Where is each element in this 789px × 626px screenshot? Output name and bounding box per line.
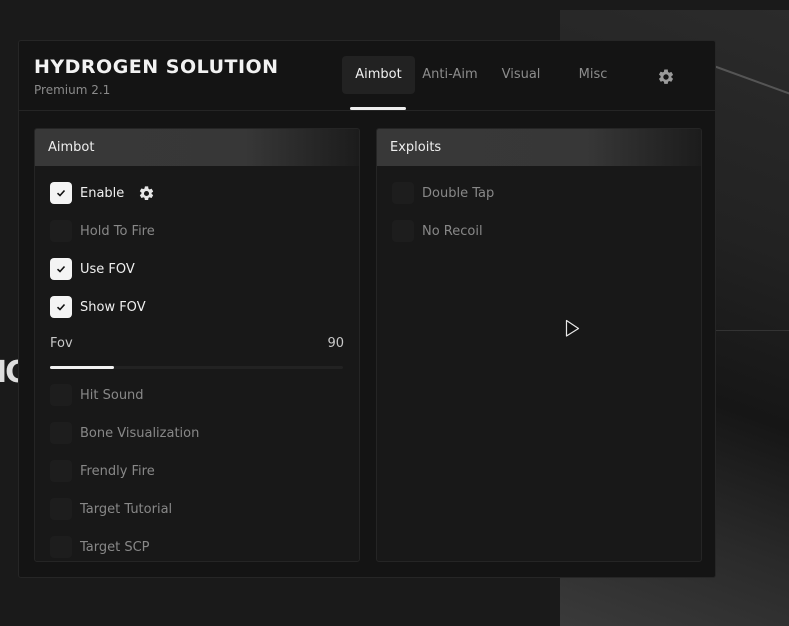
bone-visualization-checkbox[interactable]: [50, 422, 72, 444]
exploits-panel-title: Exploits: [377, 129, 701, 166]
tab-visual[interactable]: Visual: [488, 56, 554, 94]
enable-settings-gear-icon[interactable]: [138, 185, 155, 202]
option-label: Target Tutorial: [80, 501, 173, 517]
active-tab-indicator: [350, 107, 406, 110]
option-use-fov[interactable]: Use FOV: [50, 258, 135, 280]
cheat-menu-window: HYDROGEN SOLUTION Premium 2.1 Aimbot Ant…: [18, 40, 716, 578]
option-double-tap[interactable]: Double Tap: [392, 182, 494, 204]
option-target-tutorial[interactable]: Target Tutorial: [50, 498, 172, 520]
tab-anti-aim[interactable]: Anti-Aim: [417, 56, 483, 94]
option-no-recoil[interactable]: No Recoil: [392, 220, 483, 242]
option-label: Bone Visualization: [80, 425, 200, 441]
option-target-scp[interactable]: Target SCP: [50, 536, 150, 558]
option-bone-visualization[interactable]: Bone Visualization: [50, 422, 199, 444]
option-label: Hold To Fire: [80, 223, 155, 239]
option-label: Frendly Fire: [80, 463, 155, 479]
hold-to-fire-checkbox[interactable]: [50, 220, 72, 242]
fov-slider-value: 90: [327, 336, 344, 351]
tab-misc[interactable]: Misc: [560, 56, 626, 94]
checkmark-icon: [56, 189, 66, 197]
show-fov-checkbox[interactable]: [50, 296, 72, 318]
checkmark-icon: [56, 303, 66, 311]
use-fov-checkbox[interactable]: [50, 258, 72, 280]
target-tutorial-checkbox[interactable]: [50, 498, 72, 520]
enable-checkbox[interactable]: [50, 182, 72, 204]
double-tap-checkbox[interactable]: [392, 182, 414, 204]
option-enable[interactable]: Enable: [50, 182, 155, 204]
option-label: Hit Sound: [80, 387, 144, 403]
option-label: Show FOV: [80, 299, 146, 315]
option-show-fov[interactable]: Show FOV: [50, 296, 146, 318]
fov-slider-fill: [50, 366, 115, 369]
aimbot-panel: Aimbot Enable Hold To Fire Use FOV Show …: [34, 128, 360, 562]
option-label: Use FOV: [80, 261, 135, 277]
option-friendly-fire[interactable]: Frendly Fire: [50, 460, 155, 482]
tab-aimbot[interactable]: Aimbot: [342, 56, 415, 94]
app-title: HYDROGEN SOLUTION: [34, 56, 279, 78]
fov-slider[interactable]: [50, 366, 343, 369]
no-recoil-checkbox[interactable]: [392, 220, 414, 242]
option-label: No Recoil: [422, 223, 483, 239]
target-scp-checkbox[interactable]: [50, 536, 72, 558]
mouse-cursor-icon: [565, 319, 580, 337]
option-hold-to-fire[interactable]: Hold To Fire: [50, 220, 155, 242]
option-label: Enable: [80, 185, 125, 201]
option-label: Double Tap: [422, 185, 495, 201]
checkmark-icon: [56, 265, 66, 273]
fov-slider-label: Fov: [50, 336, 73, 351]
exploits-panel: Exploits Double Tap No Recoil: [376, 128, 702, 562]
window-header: HYDROGEN SOLUTION Premium 2.1 Aimbot Ant…: [19, 41, 715, 111]
option-hit-sound[interactable]: Hit Sound: [50, 384, 144, 406]
app-version: Premium 2.1: [34, 83, 111, 97]
friendly-fire-checkbox[interactable]: [50, 460, 72, 482]
aimbot-panel-title: Aimbot: [35, 129, 359, 166]
option-label: Target SCP: [80, 539, 150, 555]
hit-sound-checkbox[interactable]: [50, 384, 72, 406]
settings-gear-icon[interactable]: [657, 68, 675, 86]
